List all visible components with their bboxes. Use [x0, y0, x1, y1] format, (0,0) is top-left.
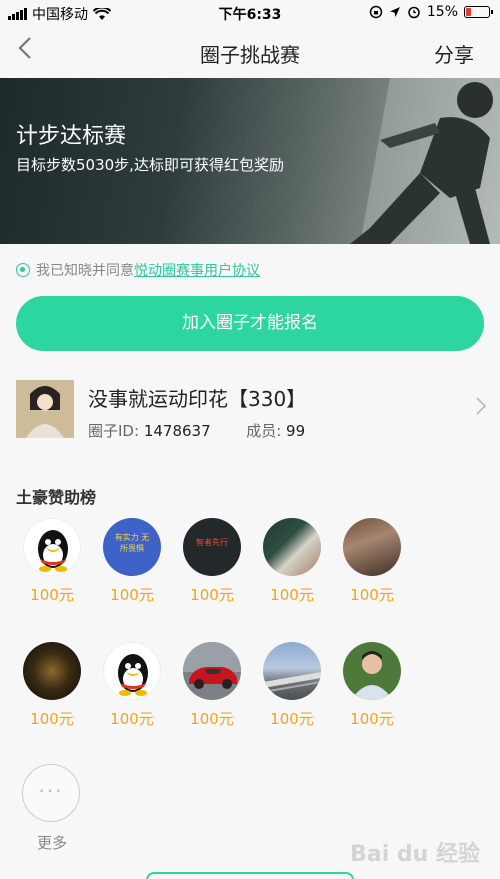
banner-subtitle: 目标步数5030步,达标即可获得红包奖励 — [16, 156, 284, 174]
circle-info: 圈子ID: 1478637 成员: 99 — [88, 420, 305, 441]
sponsor-title: 土豪赞助榜 — [16, 488, 97, 507]
sponsor-amount: 100元 — [270, 710, 314, 728]
sponsor-avatar — [343, 518, 401, 576]
sponsor-avatar — [263, 642, 321, 700]
members-label: 成员: — [246, 422, 282, 440]
nav-bar: 圈子挑战赛 分享 — [0, 26, 500, 78]
sponsor-item[interactable]: 100元 — [12, 642, 92, 729]
agreement-text: 我已知晓并同意 — [36, 263, 134, 279]
battery-icon — [464, 6, 493, 18]
sponsor-amount: 100元 — [30, 710, 74, 728]
status-bar: 中国移动 下午6:33 15% — [0, 0, 500, 26]
sponsor-item[interactable]: 智者先行 100元 — [172, 518, 252, 605]
chevron-right-icon — [476, 396, 487, 421]
agreement-row: 我已知晓并同意 悦动圈赛事用户协议 — [16, 260, 260, 280]
sponsor-item[interactable]: 100元 — [12, 518, 92, 605]
sponsor-item[interactable]: 100元 — [332, 518, 412, 605]
avatar-art-text: 有实力 无所畏惧 — [114, 533, 150, 553]
sponsor-amount: 100元 — [350, 586, 394, 604]
alarm-icon — [408, 6, 420, 19]
battery-percent: 15% — [426, 4, 458, 20]
page-title: 圈子挑战赛 — [200, 43, 300, 67]
more-icon: ··· — [22, 764, 80, 822]
sponsor-amount: 100元 — [190, 710, 234, 728]
sponsor-amount: 100元 — [270, 586, 314, 604]
sponsor-item[interactable]: 100元 — [92, 642, 172, 729]
circle-card[interactable]: 没事就运动印花【330】 圈子ID: 1478637 成员: 99 — [0, 368, 500, 450]
sponsor-item[interactable]: 有实力 无所畏惧 100元 — [92, 518, 172, 605]
sponsor-amount: 100元 — [110, 710, 154, 728]
location-icon — [389, 7, 400, 17]
circle-id-label: 圈子ID: — [88, 422, 140, 440]
sponsor-avatar — [23, 518, 81, 576]
circle-name: 没事就运动印花【330】 — [88, 387, 307, 411]
lock-rotation-icon — [369, 5, 383, 19]
sponsor-item[interactable]: 100元 — [252, 518, 332, 605]
sponsor-avatar: 智者先行 — [183, 518, 241, 576]
sponsor-item[interactable]: 100元 — [172, 642, 252, 729]
agree-radio[interactable] — [16, 263, 30, 277]
sponsor-item[interactable]: 100元 — [252, 642, 332, 729]
avatar-art-text: 智者先行 — [196, 538, 228, 547]
more-label: 更多 — [36, 834, 67, 852]
sponsor-avatar — [103, 642, 161, 700]
circle-avatar — [16, 380, 74, 438]
banner-title: 计步达标赛 — [16, 124, 127, 149]
sponsor-amount: 100元 — [30, 586, 74, 604]
agreement-link[interactable]: 悦动圈赛事用户协议 — [134, 260, 260, 280]
sponsor-amount: 100元 — [190, 586, 234, 604]
sponsor-avatar — [23, 642, 81, 700]
sponsor-avatar — [183, 642, 241, 700]
sponsor-amount: 100元 — [350, 710, 394, 728]
more-sponsors-button[interactable]: ··· 更多 — [22, 764, 82, 853]
bottom-button-edge[interactable] — [146, 872, 354, 879]
join-circle-button[interactable]: 加入圈子才能报名 — [16, 296, 484, 351]
members-value: 99 — [286, 422, 306, 440]
sponsor-item[interactable]: 100元 — [332, 642, 412, 729]
circle-id-value: 1478637 — [143, 422, 211, 440]
share-button[interactable]: 分享 — [434, 39, 474, 68]
challenge-banner: 计步达标赛 目标步数5030步,达标即可获得红包奖励 — [0, 78, 500, 244]
watermark: Bai du 经验 — [350, 842, 480, 867]
sponsor-avatar: 有实力 无所畏惧 — [103, 518, 161, 576]
sponsor-avatar — [343, 642, 401, 700]
sponsor-amount: 100元 — [110, 586, 154, 604]
sponsor-avatar — [263, 518, 321, 576]
